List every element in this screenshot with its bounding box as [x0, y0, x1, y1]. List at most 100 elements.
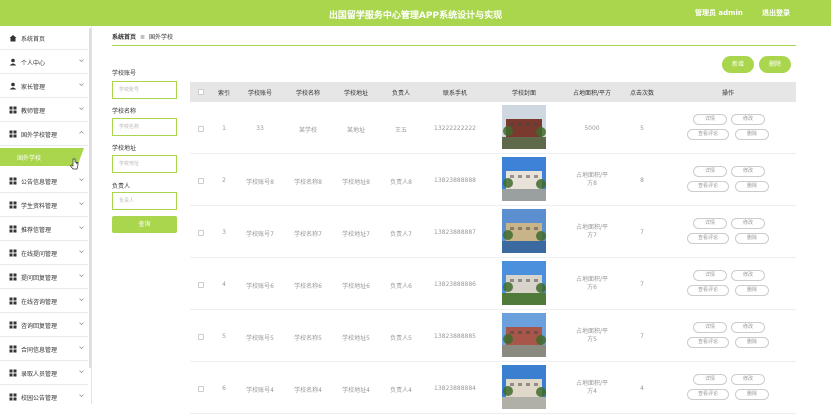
row-checkbox[interactable] [198, 334, 204, 340]
chevron-down-icon [79, 106, 84, 111]
school-cover-image [502, 105, 546, 149]
grid-icon [9, 225, 17, 233]
row-delete-button[interactable]: 删除 [735, 181, 769, 192]
edit-button[interactable]: 修改 [731, 322, 765, 333]
breadcrumb-separator-icon: ≣ [140, 34, 146, 41]
cell-address: 学校地址5 [342, 335, 370, 342]
chevron-down-icon [79, 177, 84, 182]
breadcrumb: 系统首页 ≣ 国外学校 [112, 32, 173, 41]
sidebar-item-10[interactable]: 在线咨询管理 [0, 289, 88, 313]
cell-account: 学校账号5 [246, 335, 274, 342]
row-checkbox[interactable] [198, 126, 204, 132]
sidebar-item-13[interactable]: 录取人员管理 [0, 361, 88, 385]
detail-button[interactable]: 详情 [693, 166, 727, 177]
edit-button[interactable]: 修改 [731, 166, 765, 177]
view-comments-button[interactable]: 查看评论 [687, 233, 729, 244]
row-delete-button[interactable]: 删除 [735, 285, 769, 296]
view-comments-button[interactable]: 查看评论 [687, 389, 729, 400]
school-name-input[interactable]: 学校名称 [112, 118, 177, 136]
chevron-down-icon [79, 393, 84, 398]
cell-account: 学校账号6 [246, 283, 274, 290]
view-comments-button[interactable]: 查看评论 [687, 285, 729, 296]
sidebar-item-label: 国外学校管理 [21, 132, 58, 139]
column-header-index: 索引 [217, 90, 230, 97]
sidebar-item-1[interactable]: 个人中心 [0, 50, 88, 74]
sidebar-item-label: 家长管理 [21, 84, 46, 91]
cell-area: 占地面积/平方7 [575, 224, 609, 239]
current-user[interactable]: 管理员 admin [695, 8, 743, 18]
delete-button[interactable]: 删除 [759, 56, 791, 73]
sidebar-item-12[interactable]: 合同信息管理 [0, 337, 88, 361]
cell-phone: 13823888888 [434, 177, 476, 184]
row-checkbox[interactable] [198, 178, 204, 184]
edit-button[interactable]: 修改 [731, 374, 765, 385]
sidebar-scrollbar[interactable] [89, 28, 91, 368]
edit-button[interactable]: 修改 [731, 270, 765, 281]
breadcrumb-current: 国外学校 [149, 34, 174, 41]
row-checkbox[interactable] [198, 282, 204, 288]
cell-account: 学校账号8 [246, 179, 274, 186]
grid-icon [9, 249, 17, 257]
logout-button[interactable]: 退出登录 [762, 8, 790, 18]
row-delete-button[interactable]: 删除 [735, 233, 769, 244]
school-cover-image [502, 157, 546, 201]
chevron-down-icon [79, 321, 84, 326]
row-delete-button[interactable]: 删除 [735, 389, 769, 400]
detail-button[interactable]: 详情 [693, 322, 727, 333]
row-checkbox[interactable] [198, 386, 204, 392]
select-all-checkbox[interactable] [198, 89, 204, 95]
column-header-account: 学校账号 [247, 90, 272, 97]
chevron-down-icon [79, 249, 84, 254]
sidebar-item-8[interactable]: 在线提问管理 [0, 241, 88, 265]
chevron-down-icon [79, 345, 84, 350]
breadcrumb-home[interactable]: 系统首页 [112, 34, 136, 41]
person-in-charge-input[interactable]: 负责人 [112, 192, 177, 210]
cell-name: 学校名称6 [294, 283, 322, 290]
cell-person: 负责人5 [390, 335, 412, 342]
column-header-address: 学校地址 [343, 90, 368, 97]
detail-button[interactable]: 详情 [693, 218, 727, 229]
sidebar-item-0[interactable]: 系统首页 [0, 26, 88, 50]
edit-button[interactable]: 修改 [731, 114, 765, 125]
sidebar-item-label: 在线提问管理 [21, 251, 58, 258]
row-delete-button[interactable]: 删除 [735, 129, 769, 140]
view-comments-button[interactable]: 查看评论 [687, 129, 729, 140]
view-comments-button[interactable]: 查看评论 [687, 337, 729, 348]
person-in-charge-label: 负责人 [112, 183, 131, 190]
cell-address: 某地址 [346, 127, 365, 134]
sidebar-item-9[interactable]: 提问回复管理 [0, 265, 88, 289]
sidebar-item-6[interactable]: 学生资料管理 [0, 193, 88, 217]
cell-name: 某学校 [298, 127, 317, 134]
row-checkbox[interactable] [198, 230, 204, 236]
search-button[interactable]: 查询 [112, 216, 177, 233]
row-delete-button[interactable]: 删除 [735, 337, 769, 348]
detail-button[interactable]: 详情 [693, 114, 727, 125]
cell-area: 占地面积/平方5 [575, 328, 609, 343]
sidebar-item-3[interactable]: 教师管理 [0, 98, 88, 122]
sidebar-item-2[interactable]: 家长管理 [0, 74, 88, 98]
sidebar-item-14[interactable]: 校园公告管理 [0, 385, 88, 404]
sidebar-item-label: 咨询回复管理 [21, 323, 58, 330]
school-address-input[interactable]: 学校地址 [112, 155, 177, 173]
detail-button[interactable]: 详情 [693, 374, 727, 385]
sidebar-item-7[interactable]: 推荐信管理 [0, 217, 88, 241]
sidebar-item-4[interactable]: 国外学校管理 [0, 122, 88, 146]
cell-clicks: 8 [640, 177, 644, 184]
cell-address: 学校地址7 [342, 231, 370, 238]
add-button[interactable]: 新增 [722, 56, 754, 73]
sidebar-item-11[interactable]: 咨询回复管理 [0, 313, 88, 337]
school-cover-image [502, 313, 546, 357]
edit-button[interactable]: 修改 [731, 218, 765, 229]
sidebar-item-5[interactable]: 公告信息管理 [0, 169, 88, 193]
detail-button[interactable]: 详情 [693, 270, 727, 281]
chevron-down-icon [79, 225, 84, 230]
grid-icon [9, 297, 17, 305]
cell-account: 33 [256, 125, 264, 132]
view-comments-button[interactable]: 查看评论 [687, 181, 729, 192]
cell-index: 2 [222, 177, 226, 184]
school-account-input[interactable]: 学校账号 [112, 81, 177, 99]
cell-person: 负责人4 [390, 387, 412, 394]
cell-phone: 13823888885 [434, 333, 476, 340]
cell-address: 学校地址4 [342, 387, 370, 394]
school-account-label: 学校账号 [112, 70, 137, 77]
